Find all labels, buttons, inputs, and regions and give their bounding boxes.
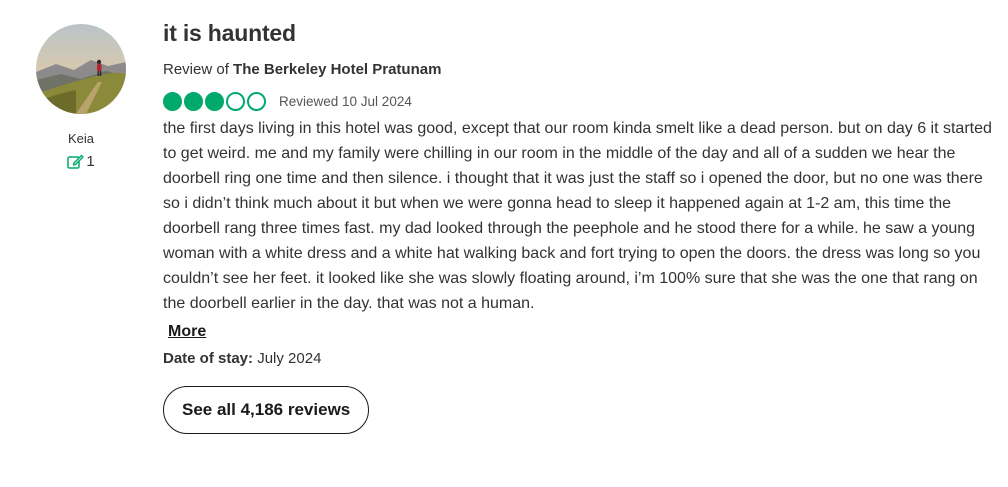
review-title: it is haunted: [163, 20, 296, 46]
avatar[interactable]: [36, 24, 126, 114]
bubble-rating: [163, 91, 266, 111]
reviewer-name[interactable]: Keia: [36, 131, 126, 146]
edit-icon: [67, 154, 85, 169]
review-content: it is haunted Review of The Berkeley Hot…: [163, 18, 993, 434]
reviewed-date: Reviewed 10 Jul 2024: [279, 93, 412, 109]
reviewer-column: Keia 1: [36, 24, 126, 170]
rating-bubble-filled-icon: [163, 91, 182, 111]
rating-bubble-filled-icon: [184, 91, 203, 111]
rating-bubble-empty-icon: [226, 91, 245, 111]
contributions-value: 1: [86, 153, 95, 170]
review-text: the first days living in this hotel was …: [163, 120, 992, 312]
rating-row: Reviewed 10 Jul 2024: [163, 90, 993, 112]
hotel-name-link[interactable]: The Berkeley Hotel Pratunam: [233, 61, 441, 78]
review-of-prefix: Review of: [163, 61, 229, 78]
rating-bubble-filled-icon: [205, 91, 224, 111]
date-of-stay: Date of stay: July 2024: [163, 349, 993, 369]
rating-bubble-empty-icon: [247, 91, 266, 111]
review-of: Review of The Berkeley Hotel Pratunam: [163, 60, 993, 80]
date-of-stay-label: Date of stay:: [163, 350, 254, 367]
date-of-stay-value: July 2024: [257, 350, 322, 367]
contributions-count: 1: [36, 153, 126, 170]
more-link[interactable]: More: [168, 323, 206, 341]
avatar-photo: [36, 24, 126, 114]
see-all-reviews-button[interactable]: See all 4,186 reviews: [163, 386, 370, 434]
